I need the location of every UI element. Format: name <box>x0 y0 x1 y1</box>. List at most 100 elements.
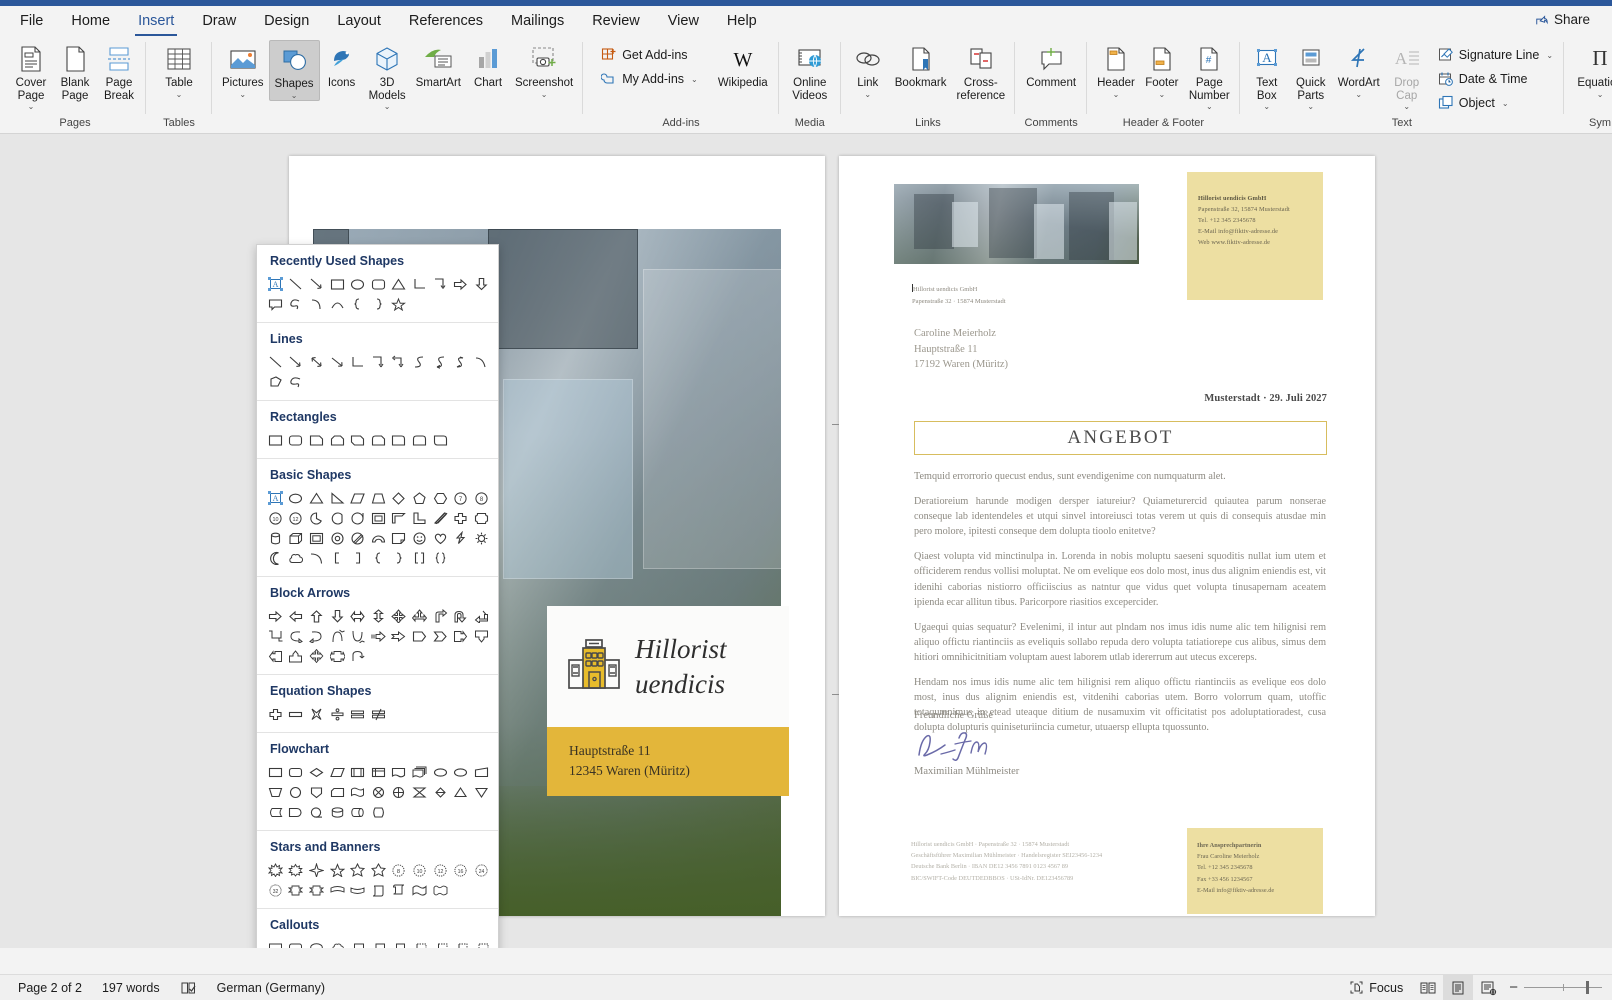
tab-design[interactable]: Design <box>250 9 323 36</box>
signature-line-button[interactable]: Signature Line ⌄ <box>1435 43 1559 67</box>
shape-line[interactable] <box>286 274 307 294</box>
shape-scribble[interactable] <box>286 372 307 392</box>
page-indicator[interactable]: Page 2 of 2 <box>8 975 92 1000</box>
shape-pie[interactable] <box>306 508 327 528</box>
shape-line-double-arrow[interactable] <box>306 352 327 372</box>
shape-line-callout-3-accent[interactable] <box>450 938 471 948</box>
shape-rectangle[interactable] <box>265 430 286 450</box>
shape-plaque[interactable] <box>471 508 492 528</box>
shape-bevel[interactable] <box>306 528 327 548</box>
shapes-section-equation-shapes[interactable] <box>257 704 498 732</box>
drop-cap-button[interactable]: A Drop Cap ⌄ <box>1385 40 1429 111</box>
shape-isosceles-triangle[interactable] <box>389 274 410 294</box>
shape-star-16-point[interactable]: 16 <box>450 860 471 880</box>
tab-file[interactable]: File <box>6 9 57 36</box>
cross-reference-button[interactable]: Cross- reference <box>952 40 1011 102</box>
view-read-mode-button[interactable] <box>1413 975 1443 1000</box>
shape-folded-corner[interactable] <box>389 528 410 548</box>
shape-can[interactable] <box>265 528 286 548</box>
shape-flowchart-magnetic-disk[interactable] <box>327 802 348 822</box>
shape-line-callout-2[interactable] <box>368 938 389 948</box>
page-break-button[interactable]: Page Break <box>97 40 141 102</box>
shape-cube[interactable] <box>286 528 307 548</box>
shape-multiply[interactable] <box>306 704 327 724</box>
shape-oval-callout[interactable] <box>306 938 327 948</box>
shape-flowchart-sequential-access-storage[interactable] <box>306 802 327 822</box>
shape-elbow-connector[interactable] <box>347 352 368 372</box>
icons-button[interactable]: Icons <box>320 40 364 90</box>
text-box-button[interactable]: A Text Box ⌄ <box>1245 40 1289 111</box>
chevron-down-icon[interactable]: ⌄ <box>1263 103 1270 111</box>
shape-no-symbol[interactable] <box>347 528 368 548</box>
tab-view[interactable]: View <box>654 9 713 36</box>
shape-curved-down-arrow[interactable] <box>347 626 368 646</box>
shape-donut[interactable] <box>327 528 348 548</box>
smartart-button[interactable]: SmartArt <box>411 40 466 90</box>
shape-chevron[interactable] <box>430 626 451 646</box>
chevron-down-icon[interactable]: ⌄ <box>1307 103 1314 111</box>
equation-button[interactable]: Π Equation ⌄ <box>1569 40 1612 99</box>
shape-line-arrow[interactable] <box>286 352 307 372</box>
shape-striped-right-arrow[interactable] <box>368 626 389 646</box>
chevron-down-icon[interactable]: ⌄ <box>28 103 35 111</box>
chevron-down-icon[interactable]: ⌄ <box>1403 103 1410 111</box>
zoom-out-button[interactable]: − <box>1509 980 1518 995</box>
shape-snip-same-side-corner[interactable] <box>327 430 348 450</box>
shape-left-up-arrow[interactable] <box>471 606 492 626</box>
tab-home[interactable]: Home <box>57 9 124 36</box>
tab-insert[interactable]: Insert <box>124 9 188 36</box>
shape-line-callout-1-no-border[interactable] <box>471 938 492 948</box>
shape-flowchart-process[interactable] <box>265 762 286 782</box>
shape-arc[interactable] <box>327 294 348 314</box>
shapes-section-flowchart[interactable] <box>257 762 498 830</box>
shape-right-brace[interactable] <box>389 548 410 568</box>
shape-star-6-point[interactable] <box>347 860 368 880</box>
wordart-button[interactable]: WordArt ⌄ <box>1333 40 1385 99</box>
chevron-down-icon[interactable]: ⌄ <box>864 90 871 99</box>
shape-flowchart-punched-tape[interactable] <box>347 782 368 802</box>
shape-star-12-point[interactable]: 12 <box>430 860 451 880</box>
shape-flowchart-summing-junction[interactable] <box>368 782 389 802</box>
shape-pentagon-arrow[interactable] <box>409 626 430 646</box>
shape-rectangular-callout[interactable] <box>265 294 286 314</box>
shape-star-5-point[interactable] <box>327 860 348 880</box>
shape-quad-arrow-callout[interactable] <box>306 646 327 666</box>
shape-trapezoid[interactable] <box>368 488 389 508</box>
footer-button[interactable]: Footer ⌄ <box>1140 40 1184 99</box>
tab-review[interactable]: Review <box>578 9 654 36</box>
shape-curved-arrow-connector[interactable] <box>430 352 451 372</box>
chevron-down-icon[interactable]: ⌄ <box>239 90 246 99</box>
focus-mode-button[interactable]: Focus <box>1339 975 1413 1000</box>
shape-freeform-shape[interactable] <box>265 372 286 392</box>
shapes-section-lines[interactable] <box>257 352 498 400</box>
shape-equal[interactable] <box>347 704 368 724</box>
shape-flowchart-sort[interactable] <box>430 782 451 802</box>
shape-curved-connector[interactable] <box>409 352 430 372</box>
shape-bent-arrow[interactable] <box>430 606 451 626</box>
shapes-section-rectangles[interactable] <box>257 430 498 458</box>
tab-layout[interactable]: Layout <box>323 9 395 36</box>
shape-snip-diagonal-corner[interactable] <box>347 430 368 450</box>
shape-teardrop[interactable] <box>347 508 368 528</box>
shape-snip-single-corner[interactable] <box>306 430 327 450</box>
shape-hexagon[interactable] <box>430 488 451 508</box>
screenshot-button[interactable]: Screenshot ⌄ <box>510 40 578 99</box>
shape-smiley-face[interactable] <box>409 528 430 548</box>
shape-pentagon[interactable] <box>409 488 430 508</box>
shape-explosion-2[interactable] <box>286 860 307 880</box>
shape-scribble[interactable] <box>286 294 307 314</box>
shape-elbow-connector[interactable] <box>409 274 430 294</box>
shape-right-arrow[interactable] <box>450 274 471 294</box>
shape-double-brace[interactable] <box>430 548 451 568</box>
tab-mailings[interactable]: Mailings <box>497 9 578 36</box>
chevron-down-icon[interactable]: ⌄ <box>1206 103 1213 111</box>
header-button[interactable]: Header ⌄ <box>1092 40 1140 99</box>
language-indicator[interactable]: German (Germany) <box>207 975 335 1000</box>
shape-text-box[interactable]: A <box>265 488 286 508</box>
word-count[interactable]: 197 words <box>92 975 170 1000</box>
shape-dodecagon[interactable]: 12 <box>286 508 307 528</box>
shape-flowchart-alternate-process[interactable] <box>286 762 307 782</box>
shape-star-10-point[interactable]: 10 <box>409 860 430 880</box>
shape-down-arrow[interactable] <box>471 274 492 294</box>
shape-arrow-left-right[interactable] <box>347 606 368 626</box>
